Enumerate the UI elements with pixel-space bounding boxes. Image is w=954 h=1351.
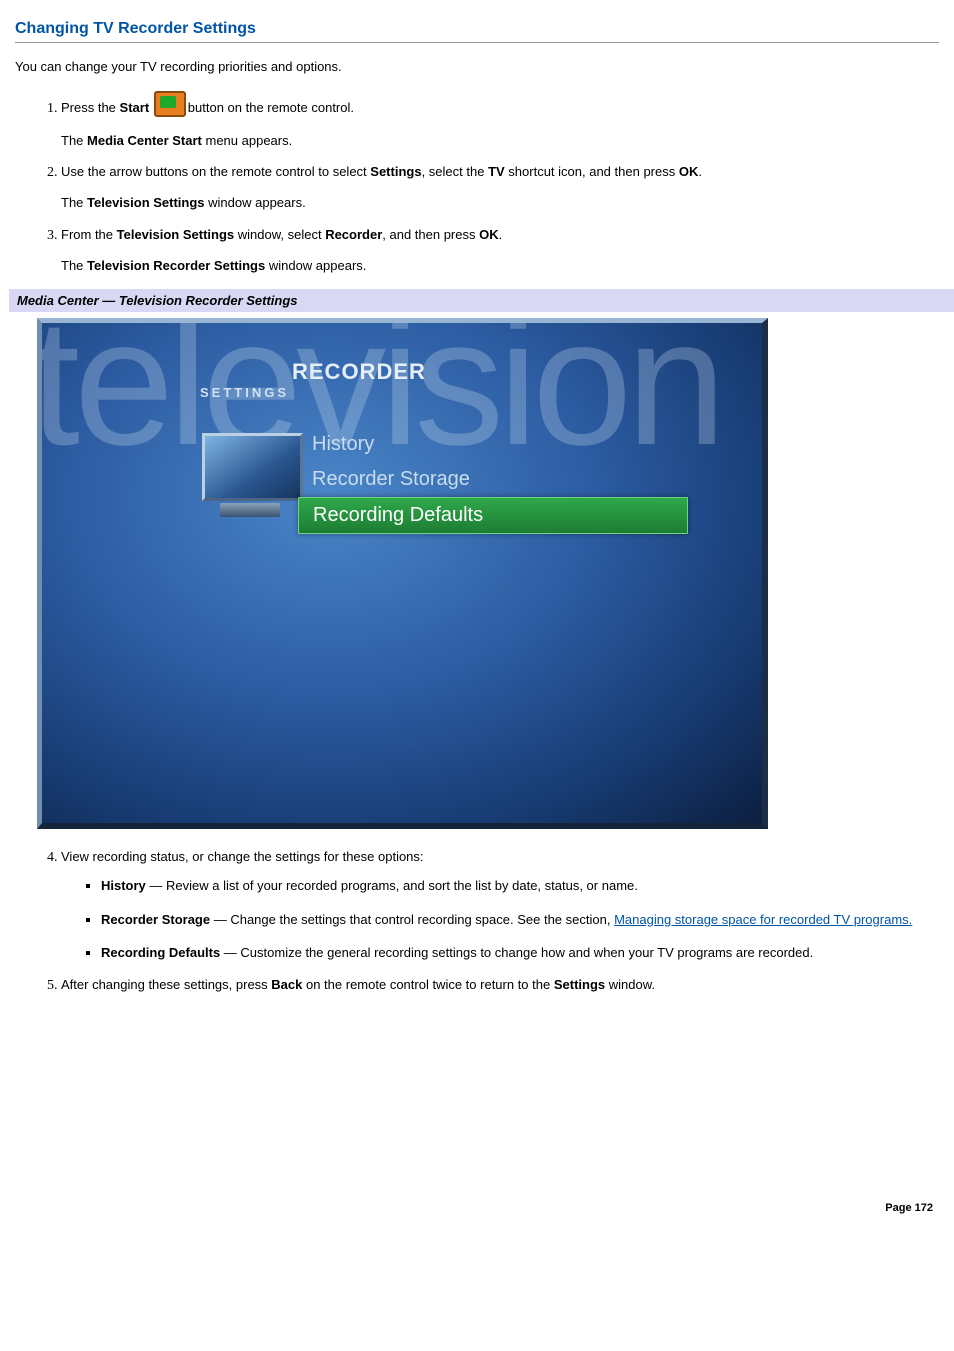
step3-b2: Recorder: [325, 227, 382, 242]
option-bullet-list: History — Review a list of your recorded…: [61, 876, 939, 963]
step5-a: After changing these settings, press: [61, 977, 271, 992]
step3-c: , and then press: [382, 227, 479, 242]
step1-follow-b: menu appears.: [202, 133, 292, 148]
steps-list-continued: View recording status, or change the set…: [15, 849, 939, 992]
step-4: View recording status, or change the set…: [61, 849, 939, 963]
recorder-option-list: History Recorder Storage Recording Defau…: [298, 427, 688, 534]
tv-monitor-icon: [202, 433, 297, 515]
section-heading: Changing TV Recorder Settings: [15, 20, 939, 38]
step1-follow-a: The: [61, 133, 87, 148]
screen-subtitle-settings: SETTINGS: [200, 385, 289, 400]
step1-start-label: Start: [120, 100, 150, 115]
step-5: After changing these settings, press Bac…: [61, 977, 939, 992]
step5-b2: Settings: [554, 977, 605, 992]
step3-follow-a: The: [61, 258, 87, 273]
step-2: Use the arrow buttons on the remote cont…: [61, 164, 939, 213]
bullet-defaults-text: Customize the general recording settings…: [240, 945, 813, 960]
option-recorder-storage[interactable]: Recorder Storage: [298, 462, 688, 497]
bullet-history: History — Review a list of your recorded…: [101, 876, 939, 896]
screen-title-recorder: RECORDER: [292, 359, 426, 385]
step2-c: , select the: [422, 164, 488, 179]
step2-b2: TV: [488, 164, 505, 179]
step2-follow-bold: Television Settings: [87, 195, 205, 210]
step2-a: Use the arrow buttons on the remote cont…: [61, 164, 370, 179]
heading-divider: [15, 42, 939, 43]
bullet-storage-sep: —: [210, 912, 230, 927]
steps-list: Press the Start button on the remote con…: [15, 91, 939, 276]
step2-b1: Settings: [370, 164, 421, 179]
link-managing-storage[interactable]: Managing storage space for recorded TV p…: [614, 912, 912, 927]
step1-follow-bold: Media Center Start: [87, 133, 202, 148]
screenshot-caption: Media Center — Television Recorder Setti…: [9, 289, 954, 312]
option-history[interactable]: History: [298, 427, 688, 462]
step2-follow-a: The: [61, 195, 87, 210]
bullet-history-name: History: [101, 878, 146, 893]
step3-follow-b: window appears.: [265, 258, 366, 273]
step3-b1: Television Settings: [117, 227, 235, 242]
bullet-history-sep: —: [146, 878, 166, 893]
bullet-defaults-sep: —: [220, 945, 240, 960]
step3-b: window, select: [234, 227, 325, 242]
step5-b1: Back: [271, 977, 302, 992]
option-recording-defaults[interactable]: Recording Defaults: [298, 497, 688, 534]
step1-text-a: Press the: [61, 100, 120, 115]
step3-d: .: [499, 227, 503, 242]
bullet-recorder-storage: Recorder Storage — Change the settings t…: [101, 910, 939, 930]
step2-e: .: [698, 164, 702, 179]
recorder-settings-screenshot: television RECORDER SETTINGS History Rec…: [37, 318, 768, 829]
step2-d: shortcut icon, and then press: [505, 164, 679, 179]
step3-a: From the: [61, 227, 117, 242]
step5-c: window.: [605, 977, 655, 992]
step2-b3: OK: [679, 164, 699, 179]
intro-text: You can change your TV recording priorit…: [15, 57, 939, 77]
bullet-storage-text: Change the settings that control recordi…: [230, 912, 614, 927]
page-number: Page 172: [15, 1202, 939, 1214]
bullet-history-text: Review a list of your recorded programs,…: [166, 878, 638, 893]
step1-text-b: button on the remote control.: [188, 100, 354, 115]
step-1: Press the Start button on the remote con…: [61, 91, 939, 151]
bullet-defaults-name: Recording Defaults: [101, 945, 220, 960]
step3-b3: OK: [479, 227, 499, 242]
start-button-icon: [154, 91, 186, 117]
bullet-storage-name: Recorder Storage: [101, 912, 210, 927]
step3-follow-bold: Television Recorder Settings: [87, 258, 265, 273]
step5-b: on the remote control twice to return to…: [302, 977, 553, 992]
step-3: From the Television Settings window, sel…: [61, 227, 939, 276]
step2-follow-b: window appears.: [205, 195, 306, 210]
bullet-recording-defaults: Recording Defaults — Customize the gener…: [101, 943, 939, 963]
step4-text: View recording status, or change the set…: [61, 849, 939, 864]
